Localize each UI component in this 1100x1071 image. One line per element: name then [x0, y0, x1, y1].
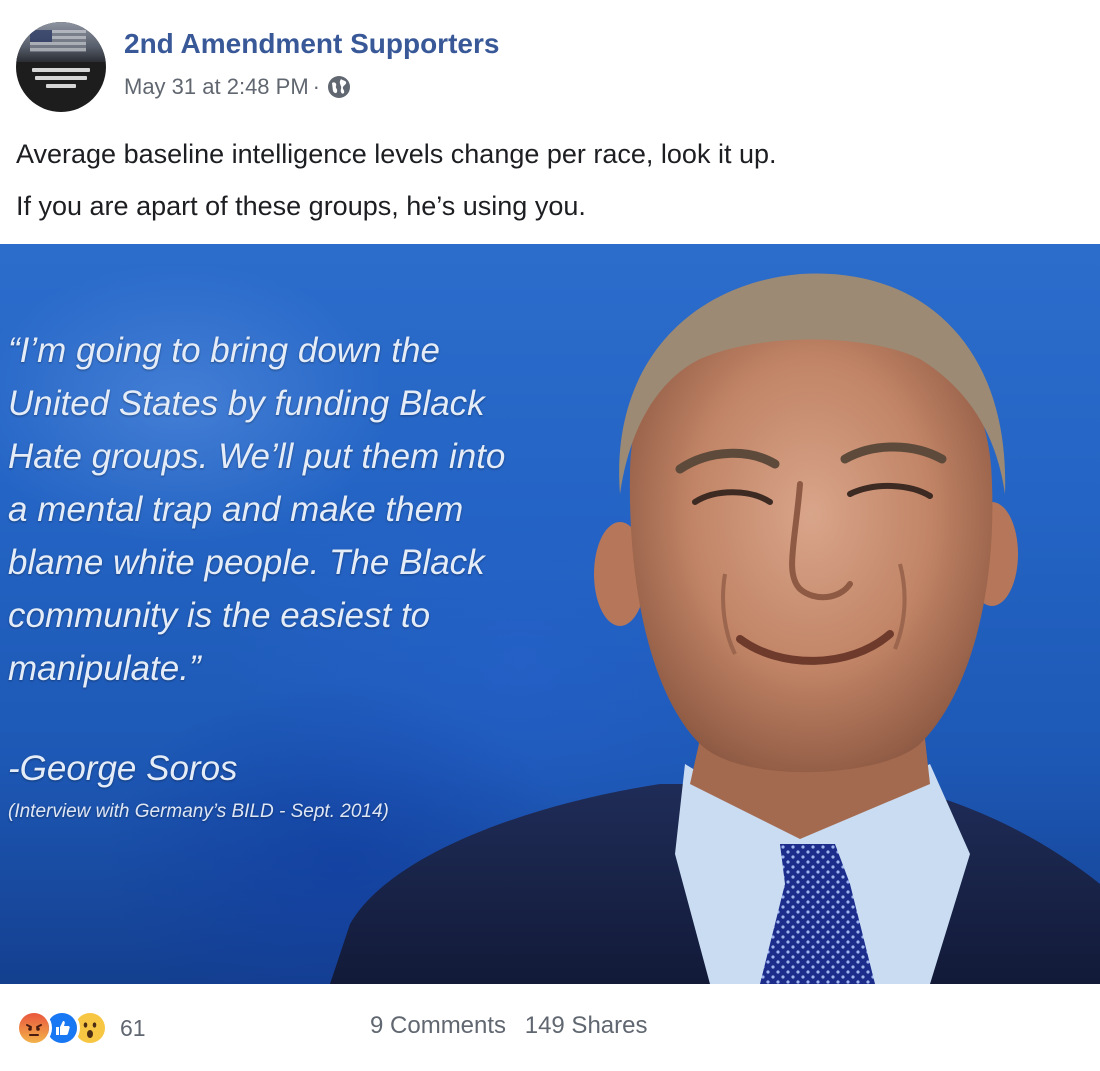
quote-text: “I’m going to bring down the United Stat… [8, 324, 608, 695]
angry-icon [16, 1010, 52, 1046]
quote-attribution: -George Soros [8, 749, 238, 788]
quote-line: Hate groups. We’ll put them into [8, 437, 506, 476]
quote-line: United States by funding Black [8, 384, 485, 423]
quote-line: community is the easiest to [8, 596, 431, 635]
comments-link[interactable]: 9 Comments [370, 1012, 506, 1039]
page-avatar[interactable] [16, 22, 106, 112]
post-text-line: If you are apart of these groups, he’s u… [16, 191, 586, 221]
quote-line: blame white people. The Black [8, 543, 485, 582]
post-meta: May 31 at 2:48 PM · [124, 74, 352, 100]
meta-separator: · [312, 74, 320, 99]
facebook-post: 2nd Amendment Supporters May 31 at 2:48 … [0, 0, 1100, 1071]
post-image[interactable]: “I’m going to bring down the United Stat… [0, 244, 1100, 984]
quote-line: manipulate.” [8, 649, 201, 688]
quote-line: a mental trap and make them [8, 490, 464, 529]
quote-source: (Interview with Germany’s BILD - Sept. 2… [8, 801, 389, 822]
globe-icon[interactable] [326, 74, 352, 100]
post-stats: 9 Comments 149 Shares [370, 1012, 659, 1040]
reactions-summary[interactable]: 61 [16, 1010, 146, 1046]
shares-link[interactable]: 149 Shares [525, 1012, 648, 1039]
flag-icon [30, 30, 86, 52]
avatar-text-graphic [30, 68, 92, 92]
page-name-link[interactable]: 2nd Amendment Supporters [124, 28, 499, 60]
post-text-line: Average baseline intelligence levels cha… [16, 139, 777, 169]
post-message: Average baseline intelligence levels cha… [16, 128, 1076, 232]
quote-line: “I’m going to bring down the [8, 331, 440, 370]
post-timestamp[interactable]: May 31 at 2:48 PM [124, 74, 309, 100]
reaction-count: 61 [120, 1014, 146, 1041]
